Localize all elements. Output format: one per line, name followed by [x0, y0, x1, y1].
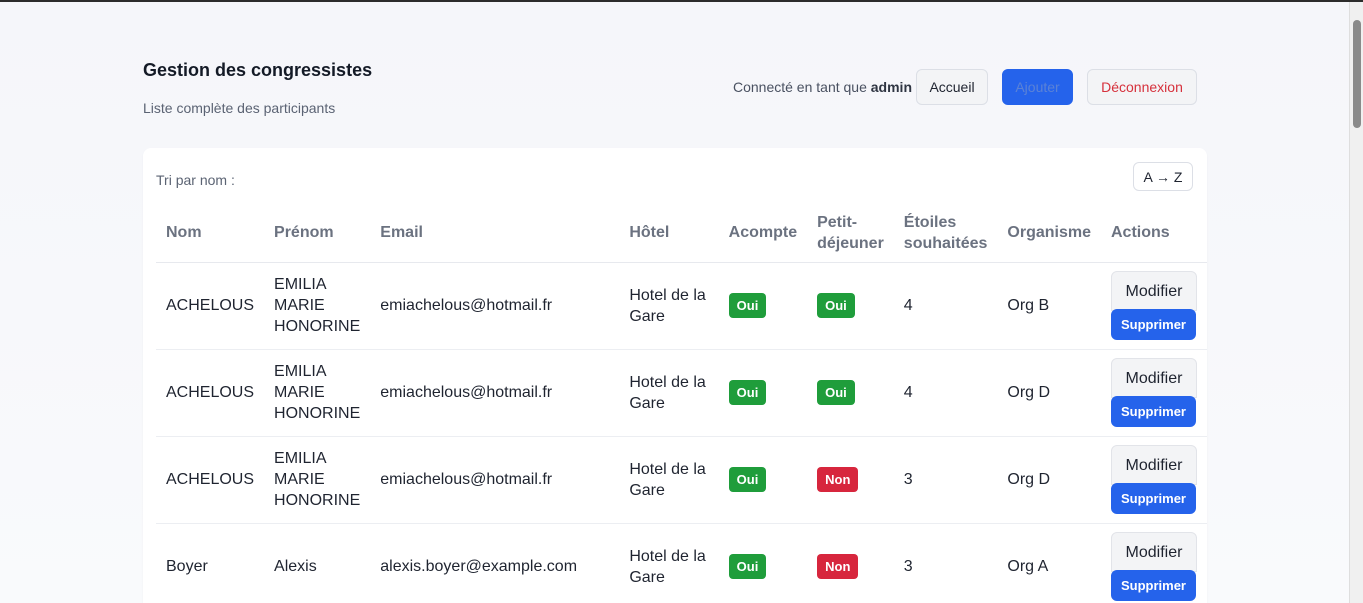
cell-nom: ACHELOUS [156, 262, 265, 350]
cell-petit-dejeuner: Non [807, 436, 894, 524]
cell-email: emiachelous@hotmail.fr [370, 349, 620, 437]
cell-nom: Boyer [156, 523, 265, 603]
cell-etoiles: 3 [893, 436, 998, 524]
col-etoiles[interactable]: Étoiles souhaitées [893, 204, 998, 263]
cell-prenom: EMILIA MARIE HONORINE [264, 436, 371, 524]
cell-acompte: Oui [718, 349, 808, 437]
cell-actions: Modifier Supprimer [1100, 262, 1207, 350]
cell-acompte: Oui [718, 523, 808, 603]
scrollbar[interactable] [1349, 2, 1363, 603]
cell-etoiles: 4 [893, 349, 998, 437]
username: admin [870, 79, 912, 95]
delete-button[interactable]: Supprimer [1110, 309, 1196, 340]
cell-acompte: Oui [718, 262, 808, 350]
edit-button[interactable]: Modifier [1110, 271, 1197, 311]
cell-petit-dejeuner: Non [807, 523, 894, 603]
cell-nom: ACHELOUS [156, 349, 265, 437]
delete-button[interactable]: Supprimer [1110, 570, 1196, 601]
table-header-row: Nom Prénom Email Hôtel Acompte Petit-déj… [156, 204, 1207, 263]
sort-bar: Tri par nom : A → Z [143, 148, 1207, 204]
col-nom[interactable]: Nom [156, 204, 265, 263]
page-subtitle: Liste complète des participants [143, 100, 336, 116]
delete-button[interactable]: Supprimer [1110, 483, 1196, 514]
cell-email: emiachelous@hotmail.fr [370, 262, 620, 350]
breakfast-badge: Oui [817, 380, 855, 405]
cell-email: emiachelous@hotmail.fr [370, 436, 620, 524]
table-row: ACHELOUS EMILIA MARIE HONORINE emiachelous… [156, 349, 1207, 437]
breakfast-badge: Non [817, 554, 859, 579]
row-actions: Modifier Supprimer [1110, 445, 1197, 514]
cell-organisme: Org D [997, 436, 1101, 524]
page-title: Gestion des congressistes [143, 60, 373, 80]
cell-prenom: EMILIA MARIE HONORINE [264, 349, 371, 437]
row-actions: Modifier Supprimer [1110, 532, 1197, 601]
cell-petit-dejeuner: Oui [807, 262, 894, 350]
participants-card: Tri par nom : A → Z Nom Prénom Email Hôt… [143, 148, 1207, 603]
logout-button[interactable]: Déconnexion [1087, 69, 1197, 105]
cell-prenom: Alexis [264, 523, 371, 603]
sort-az-button[interactable]: A → Z [1133, 162, 1193, 191]
cell-hotel: Hotel de la Gare [619, 262, 719, 350]
cell-organisme: Org D [997, 349, 1101, 437]
col-organisme[interactable]: Organisme [997, 204, 1101, 263]
connected-as: Connecté en tant que admin [733, 79, 912, 95]
participants-table: Nom Prénom Email Hôtel Acompte Petit-déj… [156, 204, 1207, 603]
col-email[interactable]: Email [370, 204, 620, 263]
cell-organisme: Org B [997, 262, 1101, 350]
table-row: ACHELOUS EMILIA MARIE HONORINE emiachelous… [156, 262, 1207, 350]
cell-prenom: EMILIA MARIE HONORINE [264, 262, 371, 350]
acompte-badge: Oui [728, 554, 767, 579]
cell-acompte: Oui [718, 436, 808, 524]
acompte-badge: Oui [728, 380, 767, 405]
delete-button[interactable]: Supprimer [1110, 396, 1196, 427]
edit-button[interactable]: Modifier [1110, 358, 1197, 398]
acompte-badge: Oui [728, 293, 767, 318]
cell-hotel: Hotel de la Gare [619, 349, 719, 437]
edit-button[interactable]: Modifier [1110, 445, 1197, 485]
table-row: ACHELOUS EMILIA MARIE HONORINE emiachelous… [156, 436, 1207, 524]
cell-actions: Modifier Supprimer [1100, 523, 1207, 603]
cell-hotel: Hotel de la Gare [619, 436, 719, 524]
add-button[interactable]: Ajouter [1002, 69, 1073, 105]
cell-nom: ACHELOUS [156, 436, 265, 524]
cell-hotel: Hotel de la Gare [619, 523, 719, 603]
row-actions: Modifier Supprimer [1110, 358, 1197, 427]
cell-organisme: Org A [997, 523, 1101, 603]
col-hotel[interactable]: Hôtel [619, 204, 719, 263]
cell-actions: Modifier Supprimer [1100, 349, 1207, 437]
scrollbar-thumb[interactable] [1353, 20, 1361, 128]
acompte-badge: Oui [728, 467, 767, 492]
sort-label: Tri par nom : [156, 172, 235, 188]
edit-button[interactable]: Modifier [1110, 532, 1197, 572]
page: Gestion des congressistes Liste complète… [143, 2, 1207, 603]
connected-prefix: Connecté en tant que [732, 79, 867, 95]
col-acompte[interactable]: Acompte [718, 204, 808, 263]
topbar: Connecté en tant que admin Accueil Ajout… [733, 69, 1197, 105]
cell-etoiles: 4 [893, 262, 998, 350]
home-button[interactable]: Accueil [916, 69, 988, 105]
cell-actions: Modifier Supprimer [1100, 436, 1207, 524]
col-prenom[interactable]: Prénom [264, 204, 371, 263]
cell-petit-dejeuner: Oui [807, 349, 894, 437]
col-petit-dejeuner[interactable]: Petit-déjeuner [807, 204, 894, 263]
cell-etoiles: 3 [893, 523, 998, 603]
row-actions: Modifier Supprimer [1110, 271, 1197, 340]
table-row: Boyer Alexis alexis.boyer@example.com Hotel… [156, 523, 1207, 603]
col-actions: Actions [1100, 204, 1207, 263]
cell-email: alexis.boyer@example.com [370, 523, 620, 603]
header: Gestion des congressistes Liste complète… [143, 2, 1207, 150]
breakfast-badge: Non [817, 467, 859, 492]
breakfast-badge: Oui [817, 293, 855, 318]
